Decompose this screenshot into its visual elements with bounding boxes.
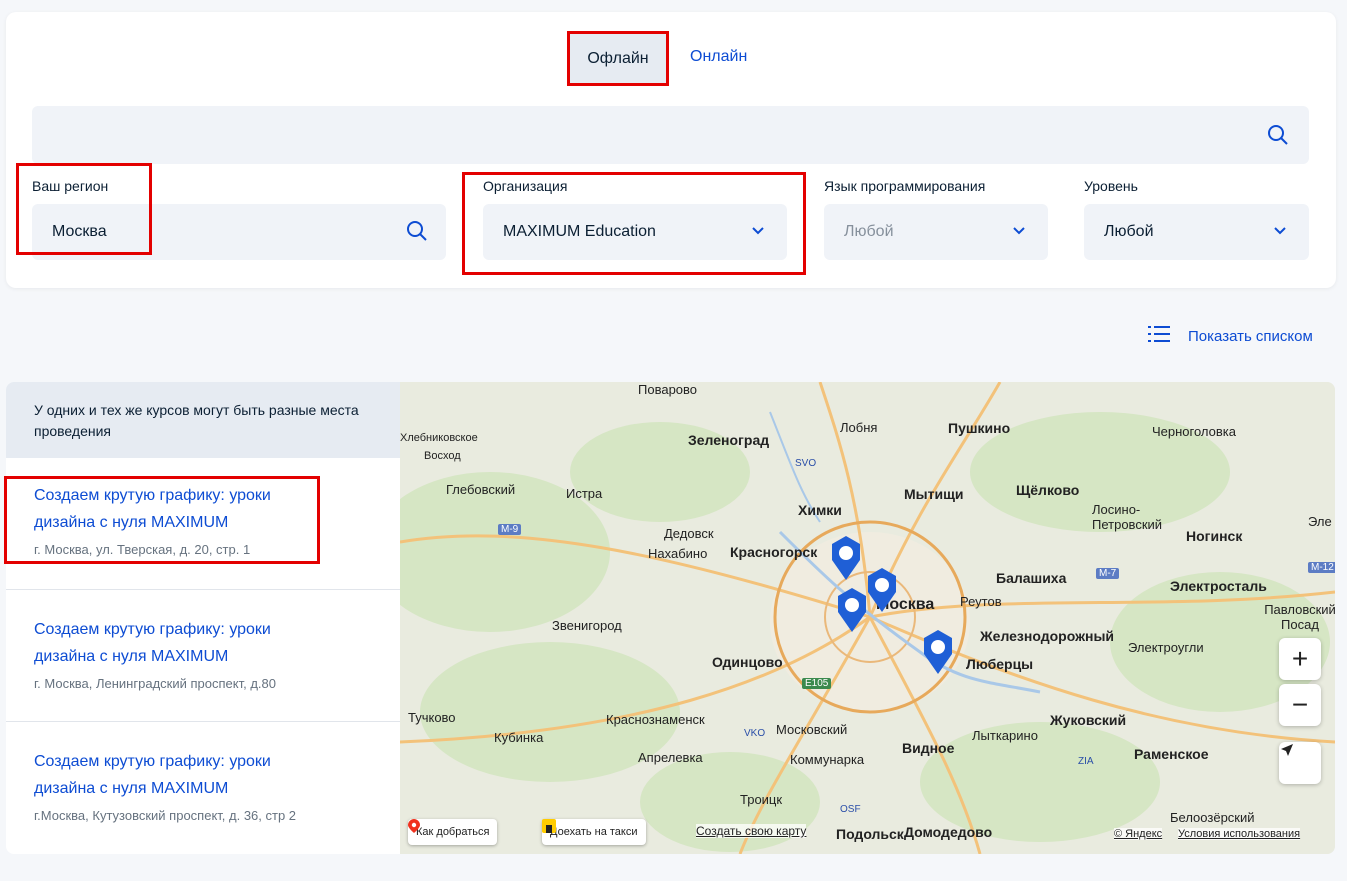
map-place-label: Апрелевка: [638, 750, 703, 765]
highlight-box: [4, 476, 320, 564]
lang-label: Язык программирования: [824, 178, 986, 194]
road-badge: M-7: [1096, 568, 1120, 579]
map-place-label: Лобня: [840, 420, 878, 435]
lang-value: Любой: [844, 223, 894, 240]
map-place-label: Краснознаменск: [606, 712, 705, 727]
map-place-label: Химки: [798, 502, 842, 518]
map-place-label: Глебовский: [446, 482, 516, 497]
map-place-label: Раменское: [1134, 746, 1209, 762]
map-place-label: Ногинск: [1186, 528, 1243, 544]
taxi-button-label: Доехать на такси: [550, 826, 638, 838]
course-title[interactable]: Создаем крутую графику: уроки дизайна с …: [34, 748, 334, 802]
map-place-label: Жуковский: [1050, 712, 1127, 728]
search-icon[interactable]: [1267, 124, 1289, 151]
airport-label: VKO: [744, 728, 766, 739]
tab-online[interactable]: Онлайн: [690, 48, 747, 66]
map-place-label: Кубинка: [494, 730, 544, 745]
map-place-label: Домодедово: [904, 824, 993, 840]
course-title[interactable]: Создаем крутую графику: уроки дизайна с …: [34, 616, 334, 670]
highlight-box: [462, 172, 806, 275]
location-marker-icon[interactable]: [922, 630, 954, 674]
navigation-arrow-icon: [1281, 744, 1293, 756]
create-map-link[interactable]: Создать свою карту: [696, 824, 807, 838]
list-icon: [1148, 325, 1170, 347]
show-list-button[interactable]: Показать списком: [1148, 325, 1313, 347]
location-marker-icon[interactable]: [836, 588, 868, 632]
chevron-down-icon: [1012, 224, 1026, 243]
road-badge: M-9: [498, 524, 522, 535]
map-pin-icon: [408, 819, 420, 833]
airport-label: SVO: [795, 458, 817, 469]
map-place-label: Пушкино: [948, 420, 1011, 436]
location-marker-icon[interactable]: [830, 536, 862, 580]
tab-offline[interactable]: Офлайн: [567, 31, 669, 86]
show-list-label: Показать списком: [1188, 327, 1313, 345]
map-place-label: Железнодорожный: [980, 628, 1115, 644]
geolocation-button[interactable]: [1279, 742, 1321, 784]
map-place-label: Балашиха: [996, 570, 1067, 586]
map-place-label: Эле: [1308, 514, 1332, 529]
location-marker-icon[interactable]: [866, 568, 898, 612]
map-place-label: Павловский Посад: [1264, 602, 1335, 632]
taxi-button[interactable]: Доехать на такси: [542, 819, 646, 845]
zoom-out-button[interactable]: −: [1279, 684, 1321, 726]
zoom-in-button[interactable]: +: [1279, 638, 1321, 680]
map-place-label: Электроугли: [1128, 640, 1204, 655]
map-place-label: Тучково: [408, 710, 456, 725]
map-place-label: Дедовск: [664, 526, 714, 541]
map-place-label: Зеленоград: [688, 432, 770, 448]
map-place-label: Истра: [566, 486, 603, 501]
level-select[interactable]: Любой: [1084, 204, 1309, 260]
map-place-label: Реутов: [960, 594, 1002, 609]
airport-label: OSF: [840, 804, 861, 815]
highlight-box: [16, 163, 152, 255]
map-place-label: Лыткарино: [972, 728, 1038, 743]
map-place-label: Восход: [424, 450, 461, 462]
map-place-label: Коммунарка: [790, 752, 865, 767]
map-place-label: Нахабино: [648, 546, 708, 561]
map-place-label: Московский: [776, 722, 848, 737]
list-item[interactable]: Создаем крутую графику: уроки дизайна с …: [6, 590, 400, 722]
map-place-label: Электросталь: [1170, 578, 1267, 594]
map-place-label: Троицк: [740, 792, 783, 807]
map-place-label: Одинцово: [712, 654, 783, 670]
map-place-label: Лосино-Петровский: [1092, 502, 1163, 532]
map-place-label: Щёлково: [1016, 482, 1080, 498]
lang-select[interactable]: Любой: [824, 204, 1048, 260]
search-input[interactable]: [32, 106, 1309, 164]
tab-offline-label: Офлайн: [587, 49, 649, 67]
road-badge: E105: [802, 678, 832, 689]
notice: У одних и тех же курсов могут быть разны…: [6, 382, 400, 458]
level-value: Любой: [1104, 223, 1154, 240]
map-place-label: Видное: [902, 740, 955, 756]
map-place-label: Белоозёрский: [1170, 810, 1255, 825]
copyright-label: © Яндекс: [1114, 828, 1163, 840]
list-item[interactable]: Создаем крутую графику: уроки дизайна с …: [6, 722, 400, 854]
terms-link[interactable]: Условия использования: [1178, 828, 1301, 840]
map[interactable]: Поварово Лобня Пушкино Черноголовка Зеле…: [400, 382, 1335, 854]
airport-label: ZIA: [1078, 756, 1094, 767]
map-place-label: Звенигород: [552, 618, 622, 633]
route-button-label: Как добраться: [416, 826, 490, 838]
map-place-label: Поварово: [638, 382, 698, 397]
chevron-down-icon: [1273, 224, 1287, 243]
map-place-label: Люберцы: [966, 656, 1034, 672]
course-list: У одних и тех же курсов могут быть разны…: [6, 382, 400, 854]
map-place-label: Красногорск: [730, 544, 818, 560]
course-address: г.Москва, Кутузовский проспект, д. 36, с…: [34, 808, 297, 823]
taxi-icon: [542, 819, 556, 833]
route-button[interactable]: Как добраться: [408, 819, 498, 845]
map-place-label: Мытищи: [904, 486, 964, 502]
search-icon[interactable]: [406, 220, 428, 247]
road-badge: M-12: [1308, 562, 1335, 573]
level-label: Уровень: [1084, 178, 1138, 194]
map-place-label: Хлебниковское: [400, 432, 478, 444]
course-address: г. Москва, Ленинградский проспект, д.80: [34, 676, 276, 691]
map-place-label: Подольск: [836, 826, 904, 842]
map-place-label: Черноголовка: [1152, 424, 1237, 439]
